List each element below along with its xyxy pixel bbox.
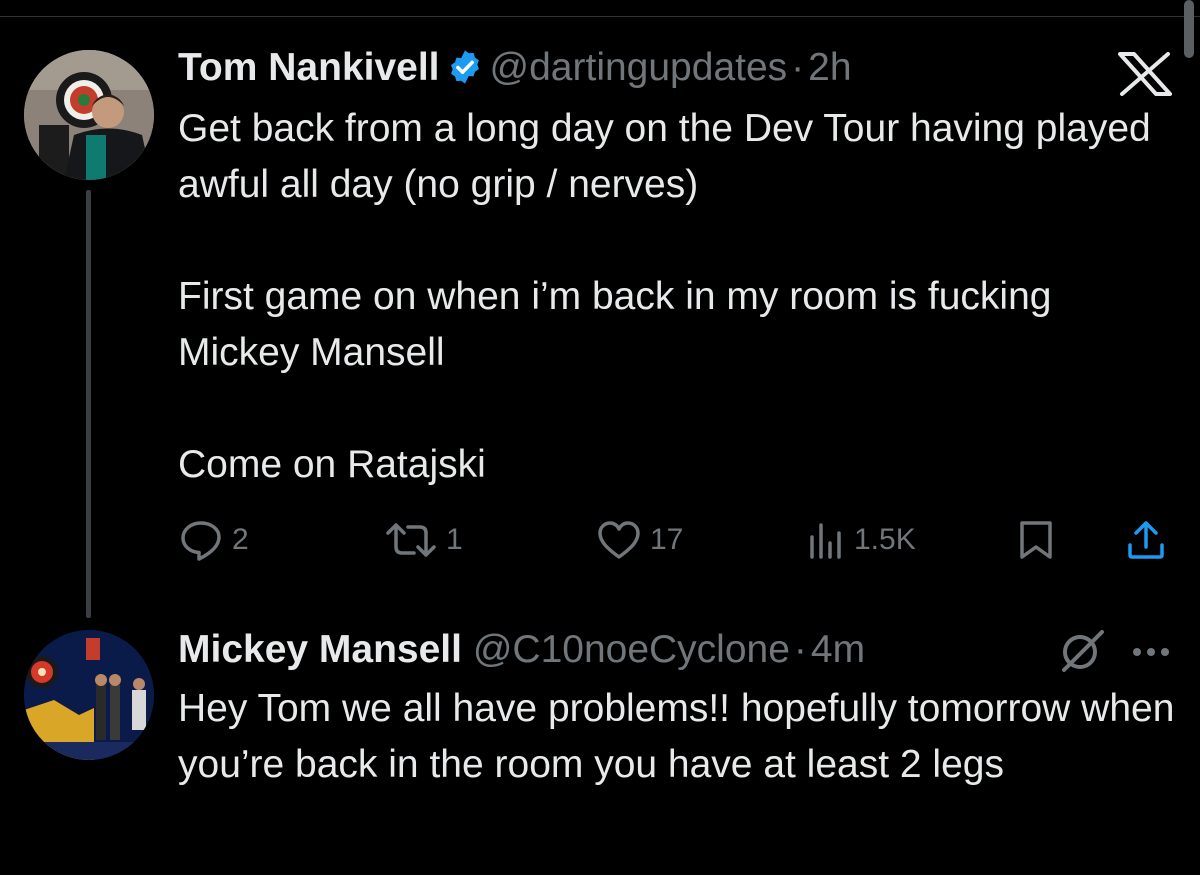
more-icon[interactable] [1130, 645, 1172, 659]
tweet-paragraph: Come on Ratajski [178, 443, 486, 486]
tweet-paragraph: Get back from a long day on the Dev Tour… [178, 107, 1151, 206]
reply-author-name[interactable]: Mickey Mansell [178, 628, 462, 671]
grok-icon[interactable] [1058, 628, 1106, 674]
reply-avatar[interactable] [24, 630, 154, 760]
x-logo [1118, 52, 1172, 96]
tweet-paragraph: First game on when i’m back in my room i… [178, 275, 1052, 374]
views-button[interactable]: 1.5K [806, 515, 916, 565]
avatar-photo [24, 630, 154, 760]
verified-badge-icon [450, 50, 479, 84]
reply-button[interactable]: 2 [178, 515, 249, 565]
repost-button[interactable]: 1 [384, 515, 463, 565]
views-count: 1.5K [854, 523, 916, 556]
reply-count: 2 [232, 523, 249, 556]
top-divider [0, 16, 1200, 17]
reply-text: Hey Tom we all have problems!! hopefully… [178, 687, 1175, 786]
tweet-header: Tom Nankivell @dartingupdates · 2h [178, 46, 852, 90]
reply-author-handle[interactable]: @C10noeCyclone [473, 628, 790, 671]
reply-icon [181, 521, 221, 561]
avatar-photo [24, 50, 154, 180]
action-bar: 2 1 17 1.5K [0, 515, 1200, 565]
reply-timestamp[interactable]: 4m [811, 628, 865, 671]
tweet-text: Get back from a long day on the Dev Tour… [178, 101, 1178, 493]
bookmark-button[interactable] [1016, 515, 1056, 565]
separator-dot: · [791, 46, 805, 89]
views-icon [810, 523, 841, 559]
bookmark-icon [1020, 521, 1052, 559]
timestamp[interactable]: 2h [808, 46, 851, 89]
repost-icon [386, 523, 436, 557]
scrollbar[interactable] [1184, 0, 1194, 58]
author-name[interactable]: Tom Nankivell [178, 46, 440, 89]
separator-dot: · [793, 628, 807, 671]
like-button[interactable]: 17 [596, 515, 683, 565]
like-count: 17 [650, 523, 684, 556]
avatar[interactable] [24, 50, 154, 180]
heart-icon [598, 521, 640, 559]
share-icon [1128, 521, 1164, 559]
share-button[interactable] [1124, 515, 1168, 565]
repost-count: 1 [446, 523, 463, 556]
author-handle[interactable]: @dartingupdates [490, 46, 788, 89]
reply-header: Mickey Mansell @C10noeCyclone · 4m [178, 628, 865, 672]
